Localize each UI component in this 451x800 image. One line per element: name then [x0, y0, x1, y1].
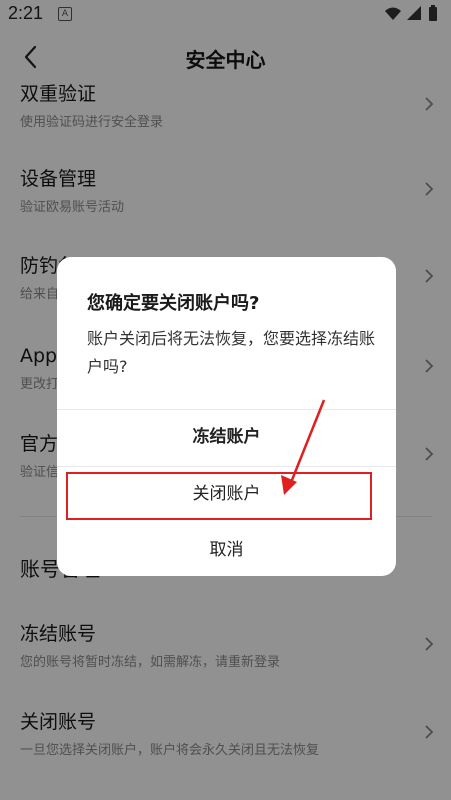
screen: 2:21 A 安全中心 双重验证 使用验证码进行安全登录 设备管理 验证欧易账号…	[0, 0, 451, 800]
annotation-arrow-icon	[281, 399, 326, 495]
